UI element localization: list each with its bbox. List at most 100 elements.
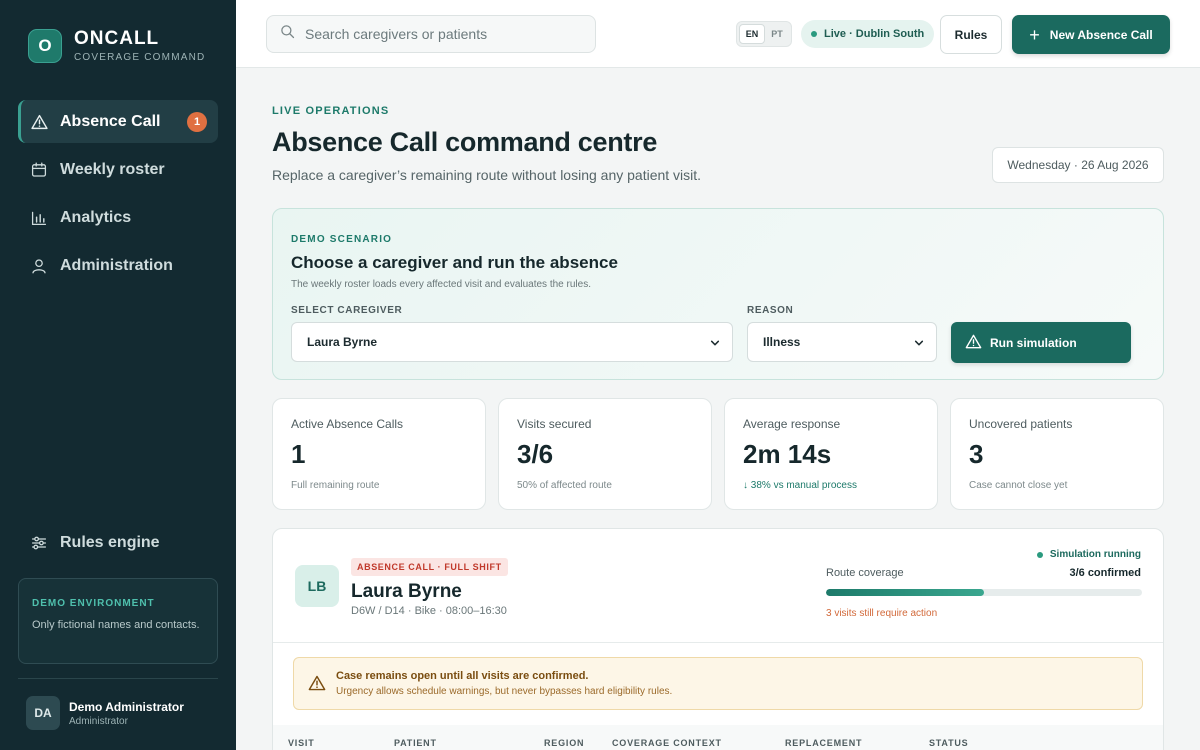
- avatar: LB: [295, 565, 339, 607]
- route-coverage-fill: [826, 589, 984, 596]
- simulation-status-text: Simulation running: [1049, 549, 1141, 560]
- sidebar: O ONCALL COVERAGE COMMAND Absence Call 1…: [0, 0, 236, 750]
- route-coverage-warning: 3 visits still require action: [826, 608, 938, 619]
- caregiver-label: SELECT CAREGIVER: [291, 305, 403, 316]
- stat-label: Active Absence Calls: [291, 417, 404, 431]
- user-role: Administrator: [69, 715, 128, 727]
- brand-logo: O: [28, 28, 62, 63]
- run-simulation-button[interactable]: Run simulation: [951, 322, 1131, 363]
- reason-select[interactable]: Illness: [747, 322, 937, 362]
- language-toggle: EN PT: [736, 21, 792, 47]
- search-icon: [280, 24, 295, 44]
- stat-value: 3/6: [517, 439, 554, 469]
- lang-option-en[interactable]: EN: [739, 24, 765, 44]
- column-header-visit[interactable]: VISIT: [288, 738, 315, 748]
- divider: [273, 642, 1163, 643]
- avatar: DA: [26, 696, 60, 730]
- notification-badge: 1: [187, 112, 207, 132]
- brand-name: ONCALL: [74, 28, 160, 49]
- case-type-badge: ABSENCE CALL · FULL SHIFT: [351, 558, 508, 576]
- sidebar-item-rules-engine[interactable]: Rules engine: [18, 521, 218, 564]
- page-eyebrow: LIVE OPERATIONS: [272, 105, 390, 117]
- sidebar-item-absence-call[interactable]: Absence Call 1: [18, 100, 218, 143]
- simulation-status-badge: Simulation running: [1036, 549, 1141, 560]
- sidebar-item-label: Absence Call: [60, 112, 161, 130]
- stat-card-average-response: Average response 2m 14s ↓ 38% vs manual …: [724, 398, 938, 510]
- new-absence-call-label: New Absence Call: [1049, 27, 1153, 42]
- stat-note: Full remaining route: [291, 480, 380, 491]
- caregiver-select[interactable]: Laura Byrne: [291, 322, 733, 362]
- scenario-subtitle: The weekly roster loads every affected v…: [291, 279, 591, 290]
- route-coverage-progress: [826, 589, 1142, 596]
- sidebar-item-analytics[interactable]: Analytics: [18, 196, 218, 239]
- case-open-alert: Case remains open until all visits are c…: [293, 657, 1143, 710]
- column-header-coverage-context[interactable]: COVERAGE CONTEXT: [612, 738, 722, 748]
- brand-subtitle: COVERAGE COMMAND: [74, 52, 206, 63]
- lang-option-pt[interactable]: PT: [765, 24, 789, 44]
- divider: [18, 678, 218, 679]
- absence-case-card: LB ABSENCE CALL · FULL SHIFT Laura Byrne…: [272, 528, 1164, 750]
- live-status-text: Live · Dublin South: [824, 28, 925, 40]
- live-dot-icon: [811, 31, 817, 37]
- demo-environment-text: Only fictional names and contacts.: [32, 619, 200, 631]
- page-title: Absence Call command centre: [272, 127, 658, 157]
- demo-environment-notice: DEMO ENVIRONMENT Only fictional names an…: [18, 578, 218, 664]
- sidebar-nav: Absence Call 1 Weekly roster Analytics A…: [18, 100, 218, 292]
- stat-value: 1: [291, 439, 306, 469]
- alert-title: Case remains open until all visits are c…: [336, 670, 589, 682]
- demo-scenario-panel: DEMO SCENARIO Choose a caregiver and run…: [272, 208, 1164, 380]
- chevron-down-icon: [710, 337, 720, 351]
- run-simulation-label: Run simulation: [990, 335, 1077, 350]
- brand[interactable]: O ONCALL COVERAGE COMMAND: [28, 28, 205, 63]
- rules-button[interactable]: Rules: [940, 15, 1002, 54]
- reason-label: REASON: [747, 305, 794, 316]
- sidebar-item-weekly-roster[interactable]: Weekly roster: [18, 148, 218, 191]
- sidebar-item-label: Analytics: [60, 208, 132, 226]
- stat-value: 2m 14s: [743, 439, 832, 469]
- stat-note: 50% of affected route: [517, 480, 612, 491]
- stat-value: 3: [969, 439, 984, 469]
- sidebar-item-label: Rules engine: [60, 533, 160, 551]
- new-absence-call-button[interactable]: + New Absence Call: [1012, 15, 1170, 54]
- column-header-region[interactable]: REGION: [544, 738, 584, 748]
- caregiver-route-meta: D6W / D14 · Bike · 08:00–16:30: [351, 605, 507, 617]
- calendar-icon: [30, 161, 48, 179]
- demo-environment-title: DEMO ENVIRONMENT: [32, 598, 155, 609]
- stat-label: Average response: [743, 417, 841, 431]
- stat-note: ↓ 38% vs manual process: [743, 480, 857, 491]
- caregiver-name: Laura Byrne: [351, 581, 462, 602]
- column-header-status[interactable]: STATUS: [929, 738, 968, 748]
- live-status-badge: Live · Dublin South: [801, 20, 935, 48]
- date-chip[interactable]: Wednesday · 26 Aug 2026: [992, 147, 1164, 183]
- page-subtitle: Replace a caregiver’s remaining route wi…: [272, 167, 702, 183]
- user-icon: [30, 257, 48, 275]
- chevron-down-icon: [914, 337, 924, 351]
- topbar: EN PT Live · Dublin South Rules + New Ab…: [236, 0, 1200, 68]
- stat-card-uncovered-patients: Uncovered patients 3 Case cannot close y…: [950, 398, 1164, 510]
- search-box[interactable]: [266, 15, 596, 53]
- route-coverage-value: 3/6 confirmed: [1069, 567, 1141, 579]
- search-input[interactable]: [305, 26, 585, 42]
- stat-label: Visits secured: [517, 417, 592, 431]
- route-coverage-label: Route coverage: [826, 567, 904, 579]
- plus-icon: +: [1029, 24, 1040, 45]
- stat-card-visits-secured: Visits secured 3/6 50% of affected route: [498, 398, 712, 510]
- warning-icon: [965, 334, 990, 352]
- warning-icon: [30, 113, 48, 131]
- column-header-patient[interactable]: PATIENT: [394, 738, 437, 748]
- stat-label: Uncovered patients: [969, 417, 1073, 431]
- stat-card-active-absence-calls: Active Absence Calls 1 Full remaining ro…: [272, 398, 486, 510]
- column-header-replacement[interactable]: REPLACEMENT: [785, 738, 862, 748]
- bar-chart-icon: [30, 209, 48, 227]
- sidebar-item-label: Administration: [60, 256, 173, 274]
- caregiver-select-value: Laura Byrne: [307, 335, 378, 349]
- alert-text: Urgency allows schedule warnings, but ne…: [336, 686, 673, 697]
- scenario-title: Choose a caregiver and run the absence: [291, 253, 618, 272]
- warning-icon: [308, 675, 326, 691]
- sidebar-item-label: Weekly roster: [60, 160, 165, 178]
- user-name: Demo Administrator: [69, 699, 184, 714]
- sidebar-item-administration[interactable]: Administration: [18, 244, 218, 287]
- status-dot-icon: [1036, 551, 1043, 558]
- stat-note: Case cannot close yet: [969, 480, 1068, 491]
- user-profile[interactable]: DA Demo Administrator Administrator: [26, 696, 184, 730]
